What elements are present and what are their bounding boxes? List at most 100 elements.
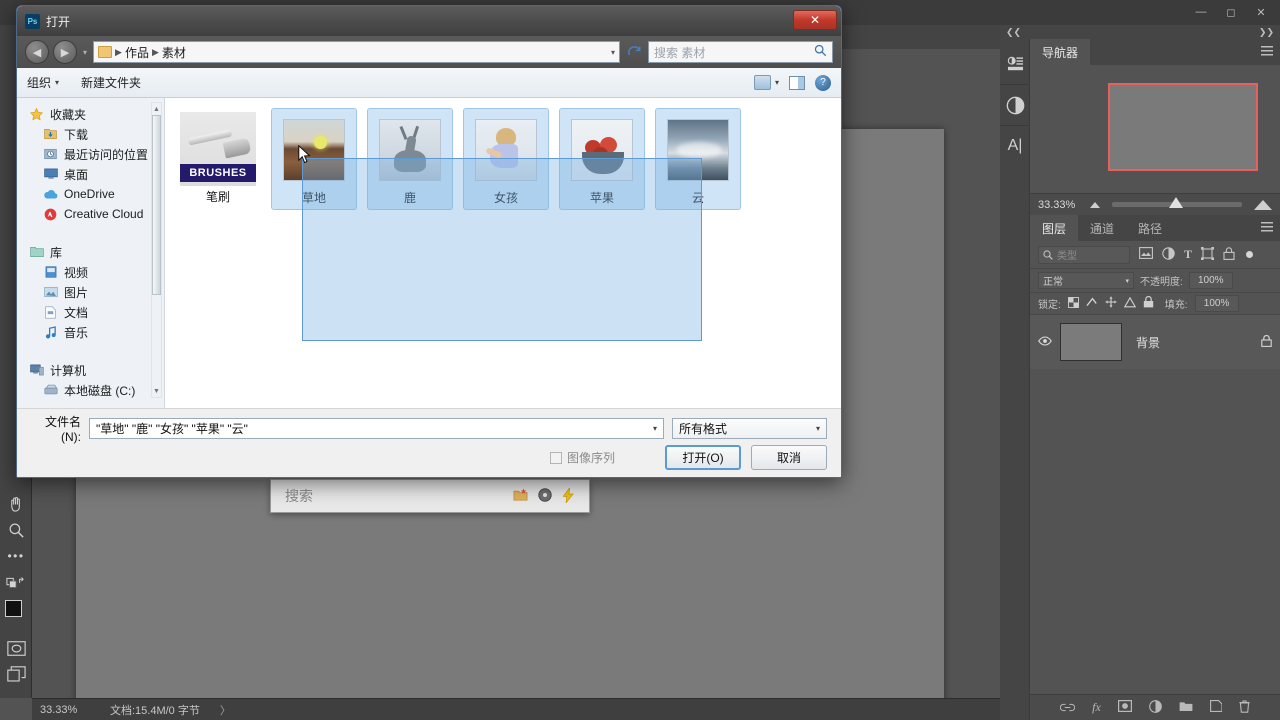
sidebar-item-desktop[interactable]: 桌面 — [17, 164, 164, 184]
layer-name[interactable]: 背景 — [1130, 334, 1253, 351]
view-mode-button[interactable]: ▾ — [753, 75, 779, 90]
type-filter-icon[interactable]: T — [1184, 247, 1192, 262]
sidebar-item-documents[interactable]: 文档 — [17, 302, 164, 322]
opacity-value[interactable]: 100% — [1188, 272, 1233, 289]
back-button[interactable]: ◀ — [25, 40, 49, 64]
adjustment-filter-icon[interactable] — [1162, 246, 1175, 263]
dialog-close-button[interactable]: ✕ — [793, 10, 837, 30]
filter-toggle-switch[interactable] — [1246, 251, 1254, 258]
collapse-right-icon[interactable]: ❯❯ — [1259, 27, 1274, 38]
dialog-file-list[interactable]: BRUSHES 笔刷 草地 鹿 女孩 苹果 云 — [165, 98, 841, 408]
zoom-in-icon[interactable] — [1254, 199, 1272, 210]
refresh-icon[interactable] — [624, 41, 644, 63]
navigator-view-box[interactable] — [1108, 83, 1258, 171]
maximize-icon[interactable]: ◻ — [1216, 2, 1246, 22]
image-sequence-checkbox[interactable] — [549, 451, 562, 464]
zoom-tool-icon[interactable] — [0, 517, 32, 543]
group-icon[interactable] — [1179, 701, 1193, 715]
shape-filter-icon[interactable] — [1201, 246, 1215, 263]
navigator-preview[interactable] — [1030, 65, 1280, 193]
chevron-down-icon[interactable]: ▾ — [816, 424, 820, 433]
navigator-zoom-value[interactable]: 33.33% — [1038, 199, 1084, 211]
lock-artboard-icon[interactable] — [1123, 296, 1136, 311]
new-layer-icon[interactable] — [1209, 700, 1223, 715]
sidebar-item-creative-cloud[interactable]: Creative Cloud — [17, 204, 164, 224]
dialog-search-input[interactable]: 搜索 素材 — [648, 41, 833, 63]
preview-pane-icon[interactable] — [789, 75, 805, 90]
image-filter-icon[interactable] — [1139, 247, 1153, 262]
canvas-search-placeholder[interactable]: 搜索 — [271, 486, 513, 506]
link-icon[interactable] — [1059, 701, 1076, 715]
scrollbar-thumb[interactable] — [152, 115, 161, 295]
scroll-down-icon[interactable]: ▼ — [152, 385, 161, 397]
filename-input[interactable]: "草地" "鹿" "女孩" "苹果" "云" ▾ — [89, 417, 664, 439]
sidebar-item-computer[interactable]: 计算机 — [17, 360, 164, 380]
layer-filter-search[interactable]: 类型 — [1038, 245, 1130, 264]
sidebar-scrollbar[interactable]: ▲ ▼ — [151, 102, 162, 398]
file-item-girl[interactable]: 女孩 — [463, 108, 549, 210]
collapse-left-icon[interactable]: ❮❮ — [1006, 27, 1021, 38]
file-item-grass[interactable]: 草地 — [271, 108, 357, 210]
open-button[interactable]: 打开(O) — [665, 445, 741, 470]
type-icon[interactable]: A| — [1000, 129, 1030, 163]
sidebar-item-videos[interactable]: 视频 — [17, 262, 164, 282]
breadcrumb-item-0[interactable]: 作品 — [125, 44, 149, 61]
tab-layers[interactable]: 图层 — [1030, 215, 1079, 241]
blend-mode-select[interactable]: 正常 ▾ — [1038, 272, 1134, 289]
lightning-icon[interactable] — [562, 486, 575, 505]
zoom-slider-handle[interactable] — [1169, 197, 1184, 208]
organize-menu-button[interactable]: 组织 ▾ — [27, 74, 59, 91]
file-item-deer[interactable]: 鹿 — [367, 108, 453, 210]
sidebar-item-favorites[interactable]: 收藏夹 — [17, 104, 164, 124]
file-item-brushes[interactable]: BRUSHES 笔刷 — [175, 108, 261, 210]
edit-toolbar-icon[interactable]: ••• — [0, 543, 32, 569]
sidebar-item-downloads[interactable]: 下载 — [17, 124, 164, 144]
fill-value[interactable]: 100% — [1194, 295, 1239, 312]
fx-icon[interactable]: fx — [1092, 700, 1101, 715]
layer-thumbnail[interactable] — [1060, 323, 1122, 361]
smart-object-filter-icon[interactable] — [1223, 246, 1235, 263]
sidebar-item-libraries[interactable]: 库 — [17, 242, 164, 262]
folder-star-icon[interactable] — [513, 488, 528, 504]
half-circle-icon[interactable] — [1000, 88, 1030, 122]
swap-colors-icon[interactable] — [0, 569, 32, 595]
sidebar-item-recent-places[interactable]: 最近访问的位置 — [17, 144, 164, 164]
disc-icon[interactable] — [538, 488, 552, 504]
sidebar-item-local-disk-c[interactable]: 本地磁盘 (C:) — [17, 380, 164, 400]
dialog-navigation-pane[interactable]: 收藏夹 下载 最近访问的位置 桌面 OneDrive Creative Clou… — [17, 98, 165, 408]
open-file-dialog[interactable]: Ps 打开 ✕ ◀ ▶ ▾ ▶ 作品 ▶ 素材 ▾ 搜索 素材 组织 ▾ 新建文… — [16, 5, 842, 478]
new-folder-button[interactable]: 新建文件夹 — [81, 74, 141, 91]
foreground-color-swatch[interactable] — [5, 600, 22, 617]
address-dropdown-icon[interactable]: ▾ — [611, 48, 615, 57]
image-sequence-checkbox-group[interactable]: 图像序列 — [549, 449, 615, 466]
minimize-icon[interactable]: — — [1186, 2, 1216, 22]
breadcrumb-item-1[interactable]: 素材 — [162, 44, 186, 61]
file-format-select[interactable]: 所有格式 ▾ — [672, 417, 827, 439]
lock-transparent-icon[interactable] — [1067, 296, 1079, 311]
dialog-title-bar[interactable]: Ps 打开 ✕ — [17, 6, 841, 36]
adjustment-icon[interactable] — [1148, 699, 1162, 716]
zoom-out-icon[interactable] — [1090, 201, 1100, 208]
screen-mode-icon[interactable] — [0, 661, 32, 687]
close-icon[interactable]: ✕ — [1246, 2, 1276, 22]
tab-navigator[interactable]: 导航器 — [1030, 39, 1091, 65]
panel-menu-icon[interactable] — [1261, 46, 1273, 59]
dock-collapse-bar[interactable]: ❮❮ ❯❯ — [1000, 25, 1280, 39]
adjustments-icon[interactable] — [1000, 47, 1030, 81]
chevron-down-icon[interactable]: ▾ — [653, 424, 657, 433]
file-item-apple[interactable]: 苹果 — [559, 108, 645, 210]
tab-paths[interactable]: 路径 — [1126, 215, 1175, 241]
cancel-button[interactable]: 取消 — [751, 445, 827, 470]
color-swatches[interactable] — [0, 597, 32, 635]
canvas-search-bar[interactable]: 搜索 — [270, 479, 590, 513]
status-zoom-level[interactable]: 33.33% — [32, 704, 104, 716]
status-expand-icon[interactable]: 〉 — [200, 702, 231, 718]
file-item-cloud[interactable]: 云 — [655, 108, 741, 210]
address-bar[interactable]: ▶ 作品 ▶ 素材 ▾ — [93, 41, 620, 63]
history-dropdown-icon[interactable]: ▾ — [81, 48, 89, 57]
layer-visibility-eye-icon[interactable] — [1038, 335, 1052, 349]
lock-all-icon[interactable] — [1143, 295, 1154, 311]
hand-tool-icon[interactable] — [0, 491, 32, 517]
lock-image-icon[interactable] — [1086, 296, 1098, 311]
navigator-zoom-slider[interactable] — [1112, 197, 1242, 208]
